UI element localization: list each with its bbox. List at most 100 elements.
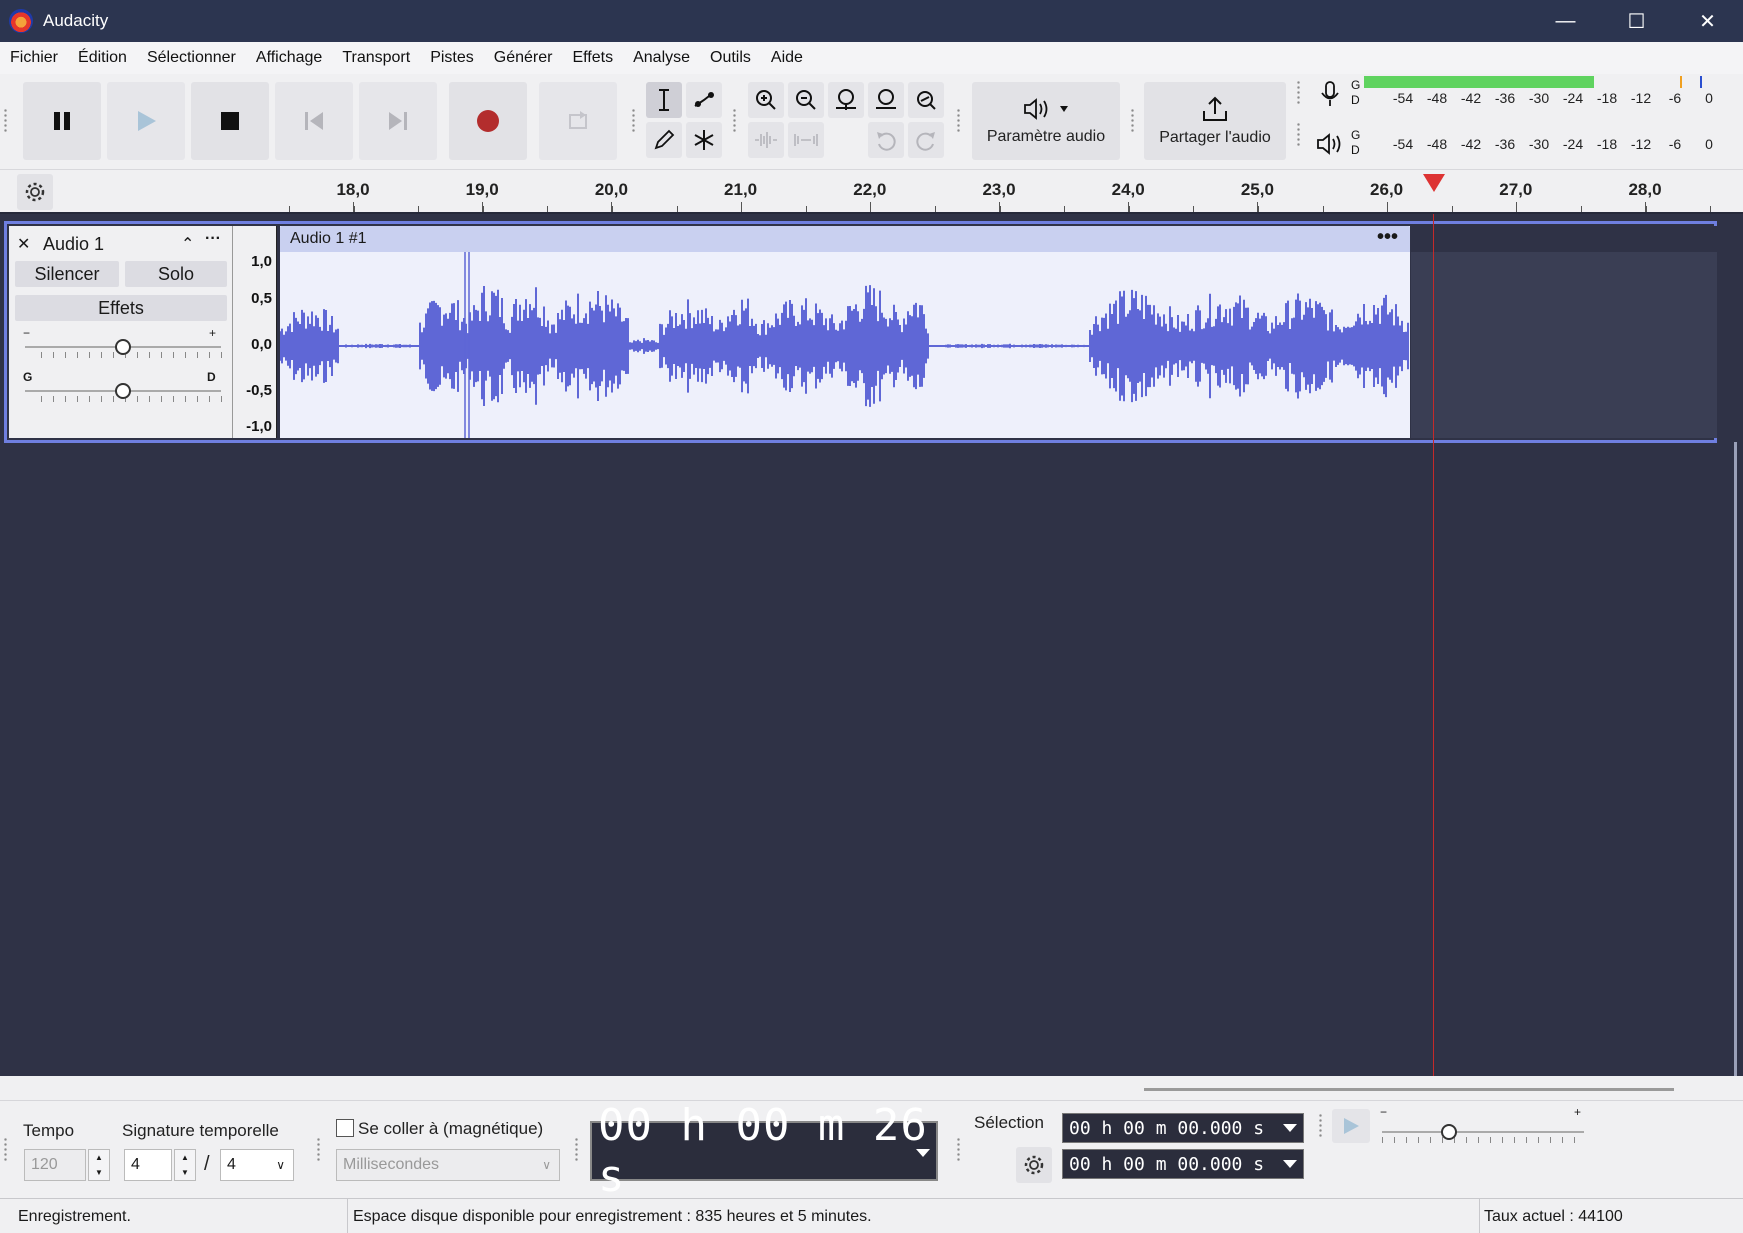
toolbar-grip[interactable]	[1296, 122, 1302, 148]
toolbar-grip[interactable]	[956, 108, 962, 134]
selection-start-dropdown-icon[interactable]	[1283, 1124, 1297, 1132]
menu-effets[interactable]: Effets	[562, 49, 623, 67]
audio-clip[interactable]: Audio 1 #1 •••	[280, 226, 1410, 438]
status-state: Enregistrement.	[10, 1199, 348, 1233]
envelope-tool-button[interactable]	[686, 82, 722, 118]
gain-slider-knob[interactable]	[115, 339, 131, 355]
tempo-spinner[interactable]: ▲ ▼	[88, 1149, 110, 1181]
clip-menu-icon[interactable]: •••	[1377, 226, 1398, 249]
menu-analyse[interactable]: Analyse	[623, 49, 700, 67]
waveform[interactable]	[280, 252, 1410, 438]
undo-button[interactable]	[868, 122, 904, 158]
menu-fichier[interactable]: Fichier	[0, 49, 68, 67]
amplitude-scale[interactable]: 1,0 0,5 0,0 -0,5 -1,0	[233, 226, 277, 438]
time-format-dropdown-icon[interactable]	[916, 1149, 930, 1157]
selection-tool-button[interactable]	[646, 82, 682, 118]
menu-aide[interactable]: Aide	[761, 49, 813, 67]
record-meter-button[interactable]	[1312, 76, 1348, 112]
snap-checkbox[interactable]	[336, 1119, 354, 1137]
close-button[interactable]: ✕	[1672, 0, 1743, 42]
skip-to-start-button[interactable]	[275, 82, 353, 160]
draw-tool-button[interactable]	[646, 122, 682, 158]
loop-button[interactable]	[539, 82, 617, 160]
skip-to-end-button[interactable]	[359, 82, 437, 160]
track-name[interactable]: Audio 1	[43, 234, 104, 255]
time-signature-numerator[interactable]: 4	[124, 1149, 172, 1181]
zoom-in-button[interactable]	[748, 82, 784, 118]
playback-meter-button[interactable]	[1312, 126, 1348, 162]
i-beam-icon	[659, 89, 669, 111]
share-audio-button[interactable]: Partager l'audio	[1144, 82, 1286, 160]
menu-outils[interactable]: Outils	[700, 49, 761, 67]
audio-setup-button[interactable]: Paramètre audio	[972, 82, 1120, 160]
empty-track-lane[interactable]	[1411, 226, 1717, 438]
toolbar-grip[interactable]	[316, 1137, 322, 1163]
redo-button[interactable]	[908, 122, 944, 158]
toolbar-grip[interactable]	[574, 1137, 580, 1163]
timeline-ruler[interactable]: 18,0 19,0 20,0 21,0 22,0 23,0 24,0 25,0 26,0 27,0…	[0, 170, 1743, 214]
collapse-track-icon[interactable]: ⌃	[181, 234, 194, 254]
playback-meter[interactable]: -54 -48 -42 -36 -30 -24 -18 -12 -6 0	[1364, 126, 1713, 162]
selection-start-field[interactable]: 00 h 00 m 00.000 s	[1062, 1113, 1304, 1143]
pan-slider[interactable]	[25, 383, 237, 402]
silence-audio-button[interactable]	[788, 122, 824, 158]
toolbar-grip[interactable]	[631, 108, 637, 134]
play-button[interactable]	[107, 82, 185, 160]
play-icon	[1344, 1118, 1359, 1134]
time-display[interactable]: 00 h 00 m 26 s	[590, 1100, 938, 1202]
toolbar-grip[interactable]	[1130, 108, 1136, 134]
maximize-button[interactable]: ☐	[1601, 0, 1672, 42]
tempo-input[interactable]: 120	[24, 1149, 86, 1181]
menu-affichage[interactable]: Affichage	[246, 49, 332, 67]
record-meter[interactable]: -54 -48 -42 -36 -30 -24 -18 -12 -6 0	[1364, 76, 1713, 112]
minimize-button[interactable]: —	[1530, 0, 1601, 42]
toolbar-grip[interactable]	[3, 108, 9, 134]
zoom-toggle-button[interactable]	[908, 82, 944, 118]
gain-slider[interactable]	[25, 339, 237, 358]
scale-label: -0,5	[246, 382, 272, 399]
menu-pistes[interactable]: Pistes	[420, 49, 484, 67]
clip-name[interactable]: Audio 1 #1	[290, 230, 367, 248]
fit-project-button[interactable]	[868, 82, 904, 118]
trim-audio-button[interactable]	[748, 122, 784, 158]
menu-transport[interactable]: Transport	[332, 49, 420, 67]
close-track-icon[interactable]: ✕	[17, 234, 30, 254]
playback-speed-slider[interactable]	[1382, 1124, 1584, 1143]
toolbar-grip[interactable]	[956, 1137, 962, 1163]
clip-header[interactable]: Audio 1 #1 •••	[280, 226, 1410, 252]
zoom-out-button[interactable]	[788, 82, 824, 118]
time-signature-denominator[interactable]: 4 ∨	[220, 1149, 294, 1181]
playback-cursor-line	[1433, 214, 1434, 1076]
numerator-spinner[interactable]: ▲ ▼	[174, 1149, 196, 1181]
snap-unit-select[interactable]: Millisecondes ∨	[336, 1149, 560, 1181]
record-button[interactable]	[449, 82, 527, 160]
speed-slider-knob[interactable]	[1440, 1124, 1457, 1140]
toolbar-grip[interactable]	[1318, 1113, 1324, 1139]
track-area[interactable]: ✕ Audio 1 ⌃ ··· Silencer Solo Effets − +…	[0, 214, 1743, 1233]
track-menu-icon[interactable]: ···	[205, 230, 221, 248]
multi-tool-button[interactable]	[686, 122, 722, 158]
playhead-marker[interactable]	[1423, 174, 1445, 192]
solo-button[interactable]: Solo	[125, 261, 227, 287]
horizontal-scrollbar[interactable]	[1144, 1088, 1674, 1091]
selection-settings-button[interactable]	[1016, 1147, 1052, 1183]
audio-track[interactable]: ✕ Audio 1 ⌃ ··· Silencer Solo Effets − +…	[4, 221, 1717, 443]
record-meter-tick: -42	[1460, 90, 1482, 106]
play-at-speed-button[interactable]	[1332, 1109, 1370, 1143]
selection-end-field[interactable]: 00 h 00 m 00.000 s	[1062, 1149, 1304, 1179]
record-meter-tick: -24	[1562, 90, 1584, 106]
menu-selectionner[interactable]: Sélectionner	[137, 49, 246, 67]
toolbar-grip[interactable]	[3, 1137, 9, 1163]
fit-selection-button[interactable]	[828, 82, 864, 118]
toolbar-grip[interactable]	[1296, 80, 1302, 106]
pause-button[interactable]	[23, 82, 101, 160]
pan-slider-knob[interactable]	[115, 383, 131, 399]
effects-button[interactable]: Effets	[15, 295, 227, 321]
toolbar-grip[interactable]	[732, 108, 738, 134]
timeline-settings-button[interactable]	[17, 174, 53, 210]
menu-generer[interactable]: Générer	[484, 49, 563, 67]
selection-end-dropdown-icon[interactable]	[1283, 1160, 1297, 1168]
stop-button[interactable]	[191, 82, 269, 160]
mute-button[interactable]: Silencer	[15, 261, 119, 287]
menu-edition[interactable]: Édition	[68, 49, 137, 67]
